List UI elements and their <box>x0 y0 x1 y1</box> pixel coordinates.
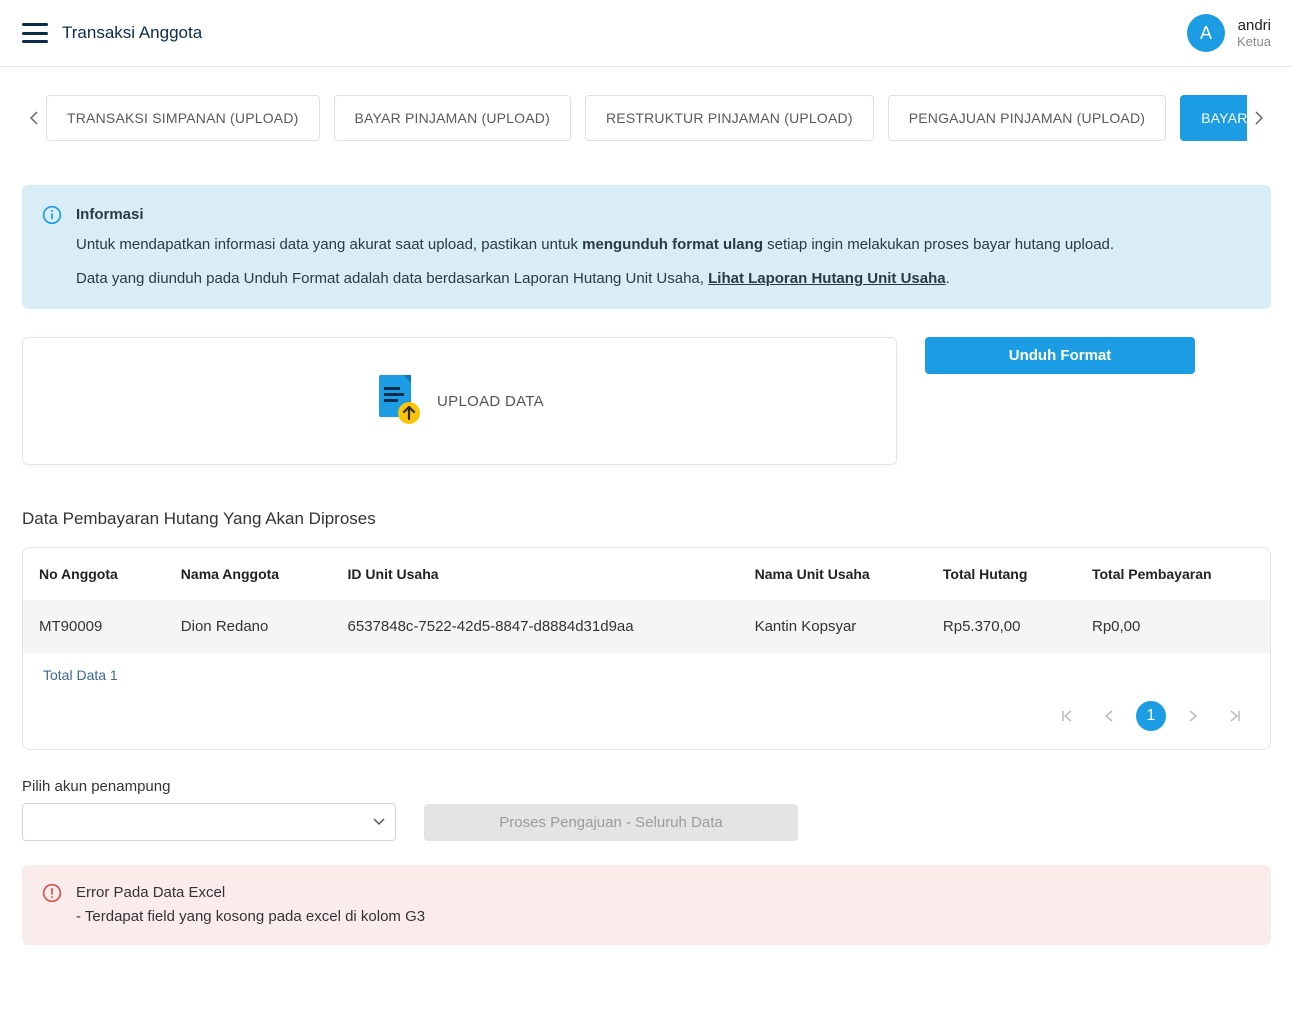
table-cell: Dion Redano <box>165 600 332 653</box>
user-role: Ketua <box>1237 34 1271 49</box>
info-alert: Informasi Untuk mendapatkan informasi da… <box>22 185 1271 309</box>
upload-file-icon <box>375 373 423 430</box>
error-title: Error Pada Data Excel <box>76 881 425 905</box>
table-cell: Rp5.370,00 <box>927 600 1076 653</box>
total-data-label: Total Data 1 <box>43 667 1250 683</box>
page-last-icon[interactable] <box>1220 701 1250 731</box>
tab-4[interactable]: BAYAR HUTANG (UPLOAD) <box>1180 95 1247 141</box>
tab-2[interactable]: RESTRUKTUR PINJAMAN (UPLOAD) <box>585 95 874 141</box>
table-header: Nama Anggota <box>165 548 332 600</box>
info-line-2: Data yang diunduh pada Unduh Format adal… <box>76 267 1114 291</box>
error-alert: Error Pada Data Excel - Terdapat field y… <box>22 865 1271 945</box>
table-cell: 6537848c-7522-42d5-8847-d8884d31d9aa <box>332 600 739 653</box>
page-next-icon[interactable] <box>1178 701 1208 731</box>
error-icon <box>42 883 62 908</box>
user-info: andri Ketua <box>1237 17 1271 49</box>
upload-dropzone[interactable]: UPLOAD DATA <box>22 337 897 465</box>
data-table: No AnggotaNama AnggotaID Unit UsahaNama … <box>22 547 1271 750</box>
table-cell: Kantin Kopsyar <box>739 600 927 653</box>
tabs-scroll-right-icon[interactable] <box>1247 96 1271 140</box>
table-header: Nama Unit Usaha <box>739 548 927 600</box>
table-header: ID Unit Usaha <box>332 548 739 600</box>
tabs-container: TRANSAKSI SIMPANAN (UPLOAD) BAYAR PINJAMA… <box>22 95 1271 141</box>
page-title: Transaksi Anggota <box>62 23 202 43</box>
info-title: Informasi <box>76 203 1114 227</box>
error-detail: - Terdapat field yang kosong pada excel … <box>76 905 425 929</box>
table-section-title: Data Pembayaran Hutang Yang Akan Diprose… <box>22 509 1271 529</box>
user-name: andri <box>1238 17 1271 34</box>
table-header: Total Pembayaran <box>1076 548 1270 600</box>
table-row: MT90009Dion Redano6537848c-7522-42d5-884… <box>23 600 1270 653</box>
table-cell: Rp0,00 <box>1076 600 1270 653</box>
tab-0[interactable]: TRANSAKSI SIMPANAN (UPLOAD) <box>46 95 320 141</box>
upload-label: UPLOAD DATA <box>437 393 544 410</box>
info-icon <box>42 205 62 230</box>
menu-hamburger-icon[interactable] <box>22 23 48 43</box>
tab-3[interactable]: PENGAJUAN PINJAMAN (UPLOAD) <box>888 95 1166 141</box>
page-first-icon[interactable] <box>1052 701 1082 731</box>
account-select[interactable] <box>22 803 396 841</box>
table-cell: MT90009 <box>23 600 165 653</box>
table-header: Total Hutang <box>927 548 1076 600</box>
pagination: 1 <box>43 701 1250 731</box>
avatar[interactable]: A <box>1187 14 1225 52</box>
report-link[interactable]: Lihat Laporan Hutang Unit Usaha <box>708 270 946 287</box>
chevron-down-icon <box>373 813 385 831</box>
process-button: Proses Pengajuan - Seluruh Data <box>424 804 798 841</box>
tab-1[interactable]: BAYAR PINJAMAN (UPLOAD) <box>334 95 571 141</box>
download-format-button[interactable]: Unduh Format <box>925 337 1195 374</box>
page-prev-icon[interactable] <box>1094 701 1124 731</box>
info-line-1: Untuk mendapatkan informasi data yang ak… <box>76 233 1114 257</box>
app-header: Transaksi Anggota A andri Ketua <box>0 0 1293 67</box>
page-number[interactable]: 1 <box>1136 701 1166 731</box>
account-select-label: Pilih akun penampung <box>22 778 1271 795</box>
table-header: No Anggota <box>23 548 165 600</box>
tabs-scroll-left-icon[interactable] <box>22 96 46 140</box>
